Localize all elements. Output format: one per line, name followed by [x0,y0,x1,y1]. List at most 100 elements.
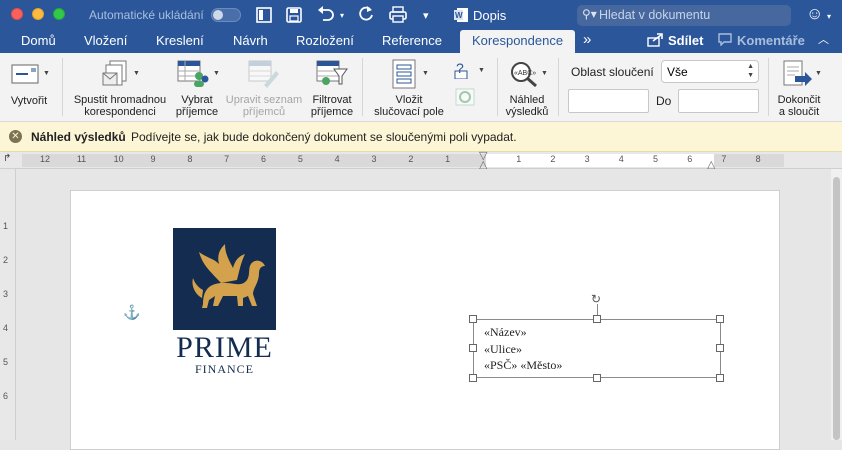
search-input[interactable]: Hledat v dokumentu [599,8,710,22]
merge-range-label: Oblast sloučení [571,65,654,79]
tab-draw[interactable]: Kreslení [156,32,204,49]
ruler-number: 2 [550,154,556,164]
vertical-ruler-number: 1 [3,221,9,231]
tab-references[interactable]: Reference [382,32,442,49]
autosave-label: Automatické ukládání [89,8,204,22]
ruler-number: 10 [113,154,124,164]
maximize-window-button[interactable] [53,8,65,20]
left-indent-marker-icon[interactable]: ▽ △ [479,151,487,171]
ruler-number: 7 [224,154,230,164]
vertical-ruler[interactable]: 1 2 3 4 5 6 [0,169,16,440]
ruler-number: 5 [653,154,659,164]
minimize-window-button[interactable] [32,8,44,20]
share-button[interactable]: Sdílet [668,32,703,49]
comments-icon[interactable] [718,33,732,50]
vertical-ruler-number: 4 [3,323,9,333]
merge-field-street[interactable]: «Ulice» [484,342,522,357]
horizontal-ruler[interactable]: ↱ 12 11 10 9 8 7 6 5 4 3 2 1 1 2 3 4 5 6 7 8 ▽ △ △ [0,151,842,171]
ruler-number: 12 [40,154,51,164]
insert-merge-field-label-2: slučovací pole [374,106,444,118]
start-mail-merge-button[interactable]: Spustit hromadnou korespondenci [68,94,172,118]
envelope-icon [11,64,39,89]
undo-dropdown-icon[interactable]: ▾ [340,7,344,25]
resize-handle[interactable] [716,315,724,323]
create-dropdown-icon[interactable]: ▼ [43,70,50,77]
start-mail-merge-icon [101,59,131,94]
autosave-toggle[interactable] [211,8,241,22]
scrollbar-thumb[interactable] [833,177,840,440]
tab-stop-selector-icon[interactable]: ↱ [3,153,11,164]
share-icon[interactable] [647,33,663,51]
ruler-number: 4 [334,154,340,164]
select-recipients-button[interactable]: Vybrat příjemce [174,94,220,118]
merge-from-input[interactable] [568,89,649,113]
address-text-box[interactable]: «Název» «Ulice» «PSČ» «Město» [473,319,721,378]
finish-merge-button[interactable]: Dokončit a sloučit [774,94,824,118]
filter-recipients-button[interactable]: Filtrovat příjemce [308,94,356,118]
feedback-dropdown-icon[interactable]: ▾ [827,8,831,26]
rules-dropdown-icon[interactable]: ▼ [478,67,485,74]
select-updown-icon: ▲ ▼ [747,63,754,79]
smiley-feedback-icon[interactable]: ☺ [806,5,823,23]
print-icon[interactable] [389,6,407,28]
select-recipients-label-1: Vybrat [181,94,213,106]
close-window-button[interactable] [11,8,23,20]
anchor-icon: ⚓ [123,304,141,320]
resize-handle[interactable] [593,374,601,382]
merge-to-label: Do [656,94,672,108]
finish-merge-label-2: a sloučit [778,106,820,118]
search-icon: ⚲▾ [582,7,597,21]
insert-merge-field-button[interactable]: Vložit slučovací pole [368,94,450,118]
edit-recipient-list-button[interactable]: Upravit seznam příjemců [222,94,306,118]
customize-toolbar-icon[interactable]: ▾ [423,7,429,25]
start-mail-merge-label-1: Spustit hromadnou [73,94,167,106]
search-box[interactable]: ⚲▾ Hledat v dokumentu [577,5,791,26]
tab-layout[interactable]: Rozložení [296,32,354,49]
vertical-ruler-number: 5 [3,357,9,367]
finish-merge-label-1: Dokončit [777,94,821,106]
ribbon-separator [558,58,559,116]
select-recipients-dropdown-icon[interactable]: ▼ [213,70,220,77]
tab-mailings[interactable]: Korespondence [460,30,576,53]
tabs-more-button[interactable]: » [583,31,591,48]
merge-field-postcode-city[interactable]: «PSČ» «Město» [484,358,562,373]
preview-results-dropdown-icon[interactable]: ▼ [541,70,548,77]
griffin-logo-icon [192,244,265,308]
tab-home[interactable]: Domů [21,32,56,49]
ruler-number: 11 [76,154,87,164]
preview-results-button[interactable]: Náhled výsledků [502,94,552,118]
finish-merge-dropdown-icon[interactable]: ▼ [815,70,822,77]
resize-handle[interactable] [716,374,724,382]
update-labels-icon[interactable] [455,87,475,112]
company-logo[interactable] [173,228,276,330]
preview-info-bar: ✕ Náhled výsledků Podívejte se, jak bude… [0,122,842,152]
resize-handle[interactable] [716,344,724,352]
comments-button[interactable]: Komentáře [737,32,805,49]
close-info-bar-icon[interactable]: ✕ [9,130,22,143]
ruler-number: 6 [261,154,267,164]
rules-icon[interactable]: ? [454,60,476,84]
preview-results-icon: «ABC» [510,61,538,92]
vertical-ruler-number: 3 [3,289,9,299]
resize-handle[interactable] [469,315,477,323]
merge-field-name[interactable]: «Název» [484,325,527,340]
create-button[interactable]: Vytvořit [6,95,52,107]
start-mail-merge-dropdown-icon[interactable]: ▼ [133,70,140,77]
resize-handle[interactable] [469,374,477,382]
tab-insert[interactable]: Vložení [84,32,127,49]
resize-handle[interactable] [593,315,601,323]
ribbon-separator [362,58,363,116]
undo-icon[interactable] [317,6,335,27]
collapse-ribbon-icon[interactable]: ︿ [818,32,829,49]
tab-design[interactable]: Návrh [233,32,268,49]
resize-handle[interactable] [469,344,477,352]
merge-range-select[interactable]: Vše ▲ ▼ [661,60,759,83]
ribbon-separator [497,58,498,116]
info-bar-title: Náhled výsledků [31,130,126,144]
merge-to-input[interactable] [678,89,759,113]
vertical-scrollbar[interactable] [831,169,842,440]
insert-merge-field-dropdown-icon[interactable]: ▼ [422,70,429,77]
sidebar-toggle-icon[interactable] [256,7,272,28]
redo-icon[interactable] [358,6,374,27]
save-icon[interactable] [286,7,302,28]
